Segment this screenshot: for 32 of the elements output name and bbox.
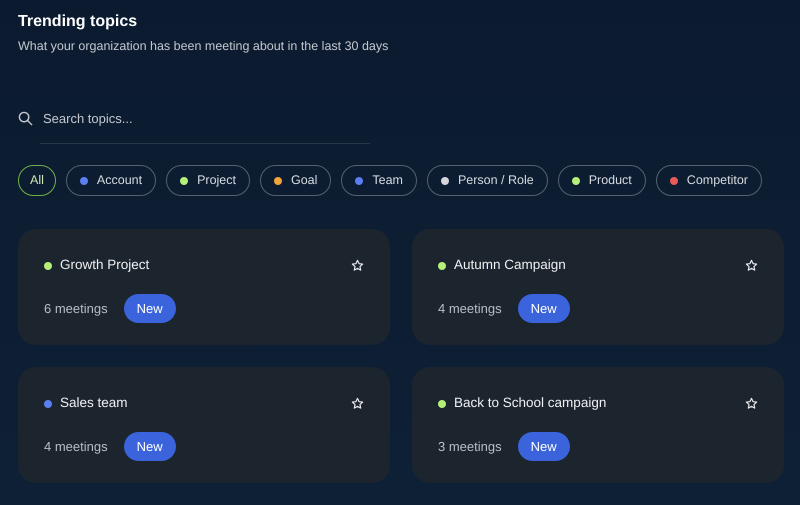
star-icon[interactable]: [745, 397, 758, 410]
filter-chip[interactable]: Goal: [260, 165, 332, 196]
filter-chip[interactable]: All: [18, 165, 56, 196]
filter-chip[interactable]: Product: [558, 165, 646, 196]
page-subtitle: What your organization has been meeting about in the last 30 days: [18, 38, 390, 56]
filter-chip[interactable]: Competitor: [656, 165, 762, 196]
topic-card[interactable]: Back to School campaign 3 meetings New: [412, 367, 784, 484]
topic-card[interactable]: Autumn Campaign 4 meetings New: [412, 229, 784, 346]
meeting-count: 3 meetings: [438, 438, 502, 456]
meeting-count: 4 meetings: [44, 438, 108, 456]
topic-name: Autumn Campaign: [454, 256, 567, 274]
new-badge: New: [518, 432, 570, 462]
search-icon: [18, 111, 33, 126]
filter-chip[interactable]: Account: [66, 165, 156, 196]
new-badge: New: [518, 294, 570, 324]
topic-card[interactable]: Sales team 4 meetings New: [18, 367, 390, 484]
new-badge: New: [124, 432, 176, 462]
new-badge: New: [124, 294, 176, 324]
meeting-count: 6 meetings: [44, 300, 108, 318]
page-title: Trending topics: [18, 12, 138, 32]
topic-name: Back to School campaign: [454, 394, 608, 412]
meeting-count: 4 meetings: [438, 300, 502, 318]
filter-chip[interactable]: Person / Role: [426, 165, 548, 196]
star-icon[interactable]: [351, 397, 364, 410]
topic-name: Sales team: [60, 394, 129, 412]
star-icon[interactable]: [351, 259, 364, 272]
filter-chip[interactable]: Project: [166, 165, 250, 196]
filter-chip[interactable]: Team: [341, 165, 417, 196]
topic-name: Growth Project: [60, 256, 150, 274]
search-field[interactable]: Search topics...: [41, 108, 361, 130]
star-icon[interactable]: [745, 259, 758, 272]
topic-card[interactable]: Growth Project 6 meetings New: [18, 229, 390, 346]
